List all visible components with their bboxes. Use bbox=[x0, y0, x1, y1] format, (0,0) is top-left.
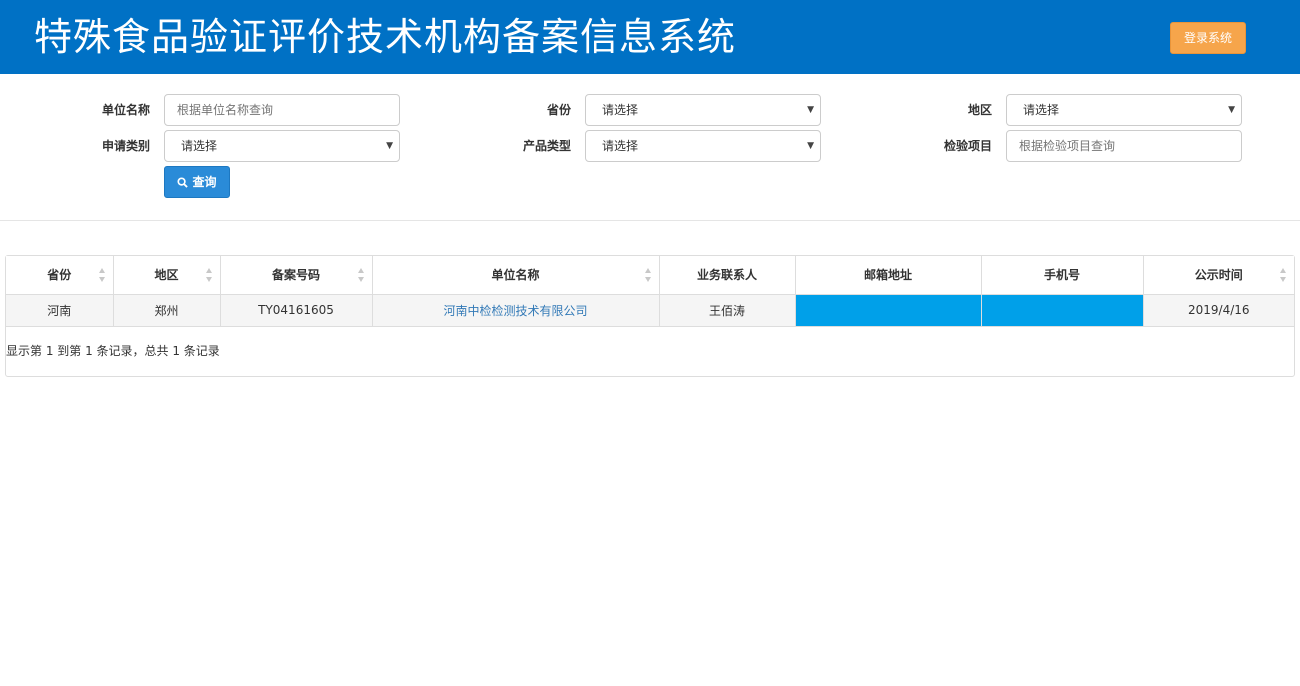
caret-down-icon: ▼ bbox=[1228, 105, 1235, 115]
sort-icon bbox=[357, 268, 364, 282]
unit-name-label: 单位名称 bbox=[101, 103, 150, 117]
product-type-select-value: 请选择 bbox=[602, 139, 639, 153]
cell-unit-name: 河南中检检测技术有限公司 bbox=[372, 294, 660, 327]
column-header-label: 手机号 bbox=[1043, 268, 1080, 283]
table-row: 河南 郑州 TY04161605 河南中检检测技术有限公司 王佰涛 2019/4… bbox=[6, 294, 1294, 327]
table-header-row: 省份 地区 备案号码 单位名称 业务联系人 邮箱地址 手机号 公示时间 bbox=[6, 256, 1294, 295]
region-select[interactable]: 请选择 ▼ bbox=[1006, 94, 1242, 126]
sort-icon bbox=[1280, 268, 1286, 282]
column-header-label: 单位名称 bbox=[491, 268, 540, 283]
column-header-label: 邮箱地址 bbox=[863, 268, 912, 283]
caret-down-icon: ▼ bbox=[807, 105, 814, 115]
product-type-label: 产品类型 bbox=[522, 139, 571, 153]
sort-icon bbox=[205, 268, 212, 282]
column-header-label: 业务联系人 bbox=[696, 268, 757, 283]
sort-icon bbox=[98, 268, 105, 282]
column-header-province[interactable]: 省份 bbox=[6, 256, 114, 295]
province-label: 省份 bbox=[546, 103, 571, 117]
cell-region: 郑州 bbox=[113, 294, 221, 327]
search-button[interactable]: 查询 bbox=[164, 166, 230, 198]
apply-type-label: 申请类别 bbox=[101, 139, 150, 153]
column-header-publish-date[interactable]: 公示时间 bbox=[1143, 256, 1294, 295]
search-button-label: 查询 bbox=[192, 175, 217, 189]
column-header-label: 备案号码 bbox=[271, 268, 320, 283]
cell-publish-date: 2019/4/16 bbox=[1143, 294, 1294, 327]
cell-contact: 王佰涛 bbox=[659, 294, 796, 327]
cell-province: 河南 bbox=[6, 294, 114, 327]
inspection-input[interactable] bbox=[1006, 130, 1242, 162]
region-select-value: 请选择 bbox=[1023, 103, 1060, 117]
column-header-label: 省份 bbox=[47, 268, 72, 283]
column-header-unit-name[interactable]: 单位名称 bbox=[372, 256, 660, 295]
page-title: 特殊食品验证评价技术机构备案信息系统 bbox=[34, 15, 737, 59]
search-icon bbox=[177, 177, 189, 188]
column-header-email: 邮箱地址 bbox=[795, 256, 982, 295]
inspection-label: 检验项目 bbox=[943, 139, 992, 153]
section-divider bbox=[0, 220, 1300, 221]
unit-name-input[interactable] bbox=[164, 94, 400, 126]
cell-email-masked bbox=[795, 294, 982, 327]
cell-phone-masked bbox=[981, 294, 1144, 327]
caret-down-icon: ▼ bbox=[807, 141, 814, 151]
sort-icon bbox=[644, 268, 651, 282]
column-header-region[interactable]: 地区 bbox=[113, 256, 221, 295]
region-label: 地区 bbox=[967, 103, 992, 117]
apply-type-select[interactable]: 请选择 ▼ bbox=[164, 130, 400, 162]
province-select[interactable]: 请选择 ▼ bbox=[585, 94, 821, 126]
province-select-value: 请选择 bbox=[602, 103, 639, 117]
column-header-label: 地区 bbox=[154, 268, 179, 283]
header-bar: 特殊食品验证评价技术机构备案信息系统 登录系统 bbox=[0, 0, 1300, 74]
cell-record-no: TY04161605 bbox=[220, 294, 373, 327]
apply-type-select-value: 请选择 bbox=[181, 139, 218, 153]
results-table: 省份 地区 备案号码 单位名称 业务联系人 邮箱地址 手机号 公示时间 河南 郑… bbox=[6, 256, 1294, 327]
login-button[interactable]: 登录系统 bbox=[1170, 22, 1246, 54]
column-header-contact: 业务联系人 bbox=[659, 256, 796, 295]
unit-name-link[interactable]: 河南中检检测技术有限公司 bbox=[443, 304, 587, 318]
product-type-select[interactable]: 请选择 ▼ bbox=[585, 130, 821, 162]
column-header-record-no[interactable]: 备案号码 bbox=[220, 256, 373, 295]
column-header-phone: 手机号 bbox=[981, 256, 1144, 295]
column-header-label: 公示时间 bbox=[1194, 268, 1243, 283]
pagination-summary: 显示第 1 到第 1 条记录，总共 1 条记录 bbox=[6, 344, 220, 358]
caret-down-icon: ▼ bbox=[386, 141, 393, 151]
